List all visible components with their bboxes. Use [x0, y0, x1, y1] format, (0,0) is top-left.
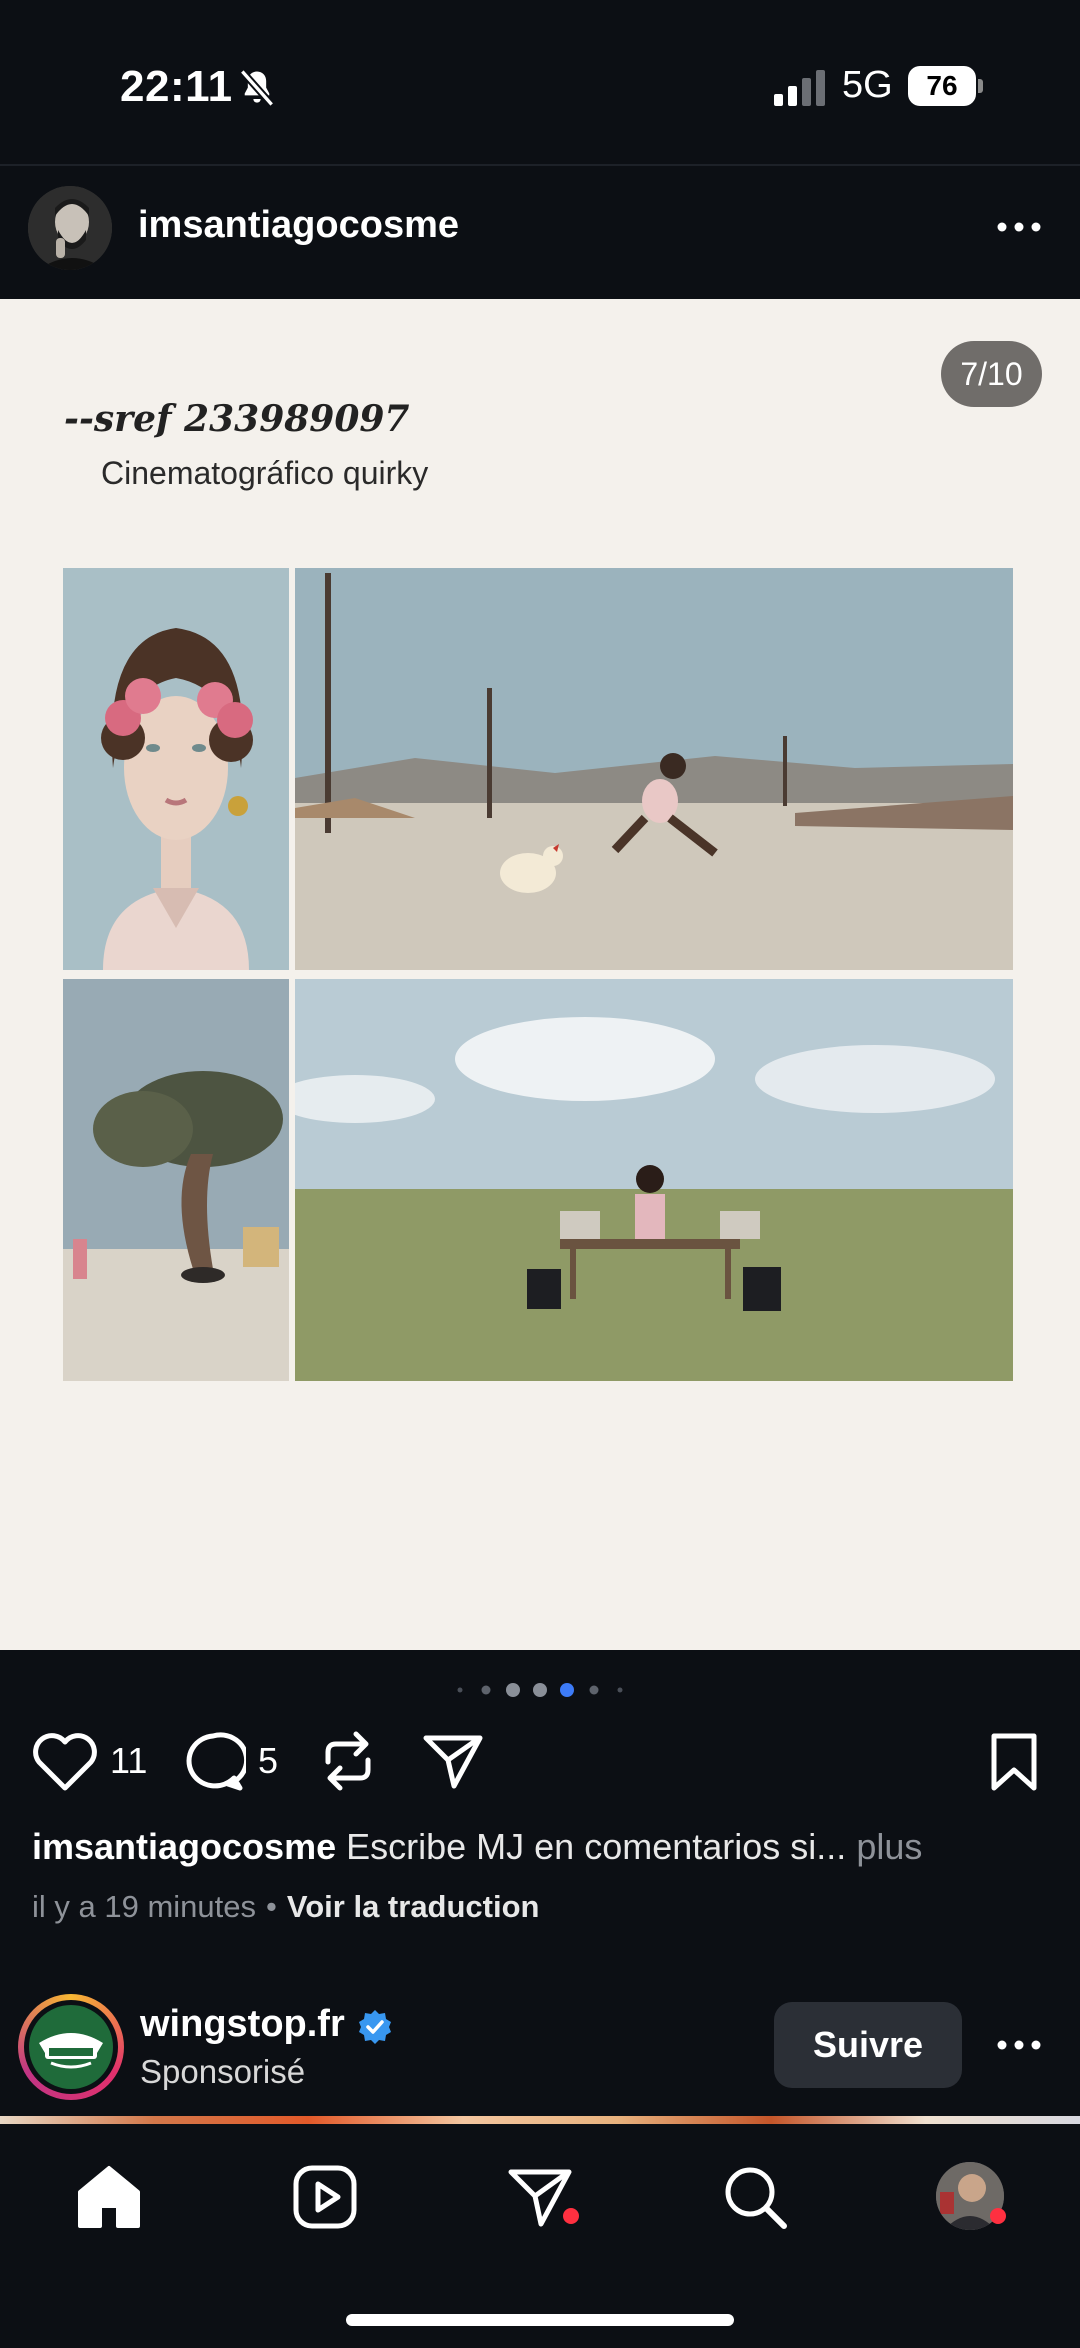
signal-bars-icon	[774, 70, 825, 106]
header-divider	[0, 164, 1080, 166]
follow-button[interactable]: Suivre	[774, 2002, 962, 2088]
sponsor-more-options-icon[interactable]	[996, 2030, 1042, 2060]
send-icon[interactable]	[420, 1728, 486, 1794]
author-username[interactable]: imsantiagocosme	[138, 204, 459, 247]
sponsored-label: Sponsorisé	[140, 2053, 306, 2090]
like-count[interactable]: 11	[110, 1740, 147, 1782]
battery-icon: 76	[908, 66, 984, 106]
comment-count[interactable]: 5	[258, 1740, 278, 1782]
translate-link[interactable]: Voir la traduction	[287, 1889, 540, 1924]
network-label: 5G	[842, 64, 893, 106]
heart-icon[interactable]	[30, 1730, 100, 1794]
caption-more-link[interactable]: plus	[856, 1826, 922, 1867]
profile-notification-dot	[990, 2208, 1006, 2224]
page-indicator: 7/10	[941, 341, 1042, 407]
photo-portrait-flowers	[63, 568, 289, 970]
post-media[interactable]	[0, 299, 1080, 1650]
sref-code: --sref 233989097	[64, 398, 410, 440]
style-caption: Cinematográfico quirky	[101, 455, 429, 491]
wingstop-logo	[29, 2005, 113, 2089]
verified-badge-icon	[359, 2010, 391, 2044]
home-indicator[interactable]	[346, 2314, 734, 2326]
photo-tree-desert	[63, 979, 289, 1381]
search-icon[interactable]	[720, 2162, 790, 2232]
status-time: 22:11	[120, 62, 233, 111]
reels-icon[interactable]	[290, 2162, 360, 2232]
bookmark-icon[interactable]	[988, 1732, 1040, 1792]
battery-level: 76	[908, 66, 976, 106]
more-options-icon[interactable]	[996, 212, 1042, 242]
caption-author[interactable]: imsantiagocosme	[32, 1826, 336, 1867]
photo-dj-field	[295, 979, 1013, 1381]
photo-child-chicken-run	[295, 568, 1013, 970]
post-timestamp: il y a 19 minutes	[32, 1889, 256, 1924]
next-post-media-edge	[0, 2116, 1080, 2124]
sponsor-avatar[interactable]	[18, 1994, 124, 2100]
home-icon[interactable]	[74, 2162, 144, 2232]
meta-separator: •	[266, 1889, 277, 1924]
carousel-indicator	[457, 1683, 623, 1697]
comment-icon[interactable]	[180, 1728, 246, 1794]
post-meta: il y a 19 minutes • Voir la traduction	[32, 1889, 539, 1925]
sponsor-username[interactable]: wingstop.fr	[140, 2003, 345, 2046]
repost-icon[interactable]	[318, 1728, 378, 1794]
caption-text: Escribe MJ en comentarios si...	[346, 1826, 847, 1867]
messages-notification-dot	[563, 2208, 579, 2224]
post-caption[interactable]: imsantiagocosme Escribe MJ en comentario…	[32, 1826, 922, 1868]
bell-off-icon	[239, 69, 275, 107]
author-avatar[interactable]	[28, 186, 112, 270]
